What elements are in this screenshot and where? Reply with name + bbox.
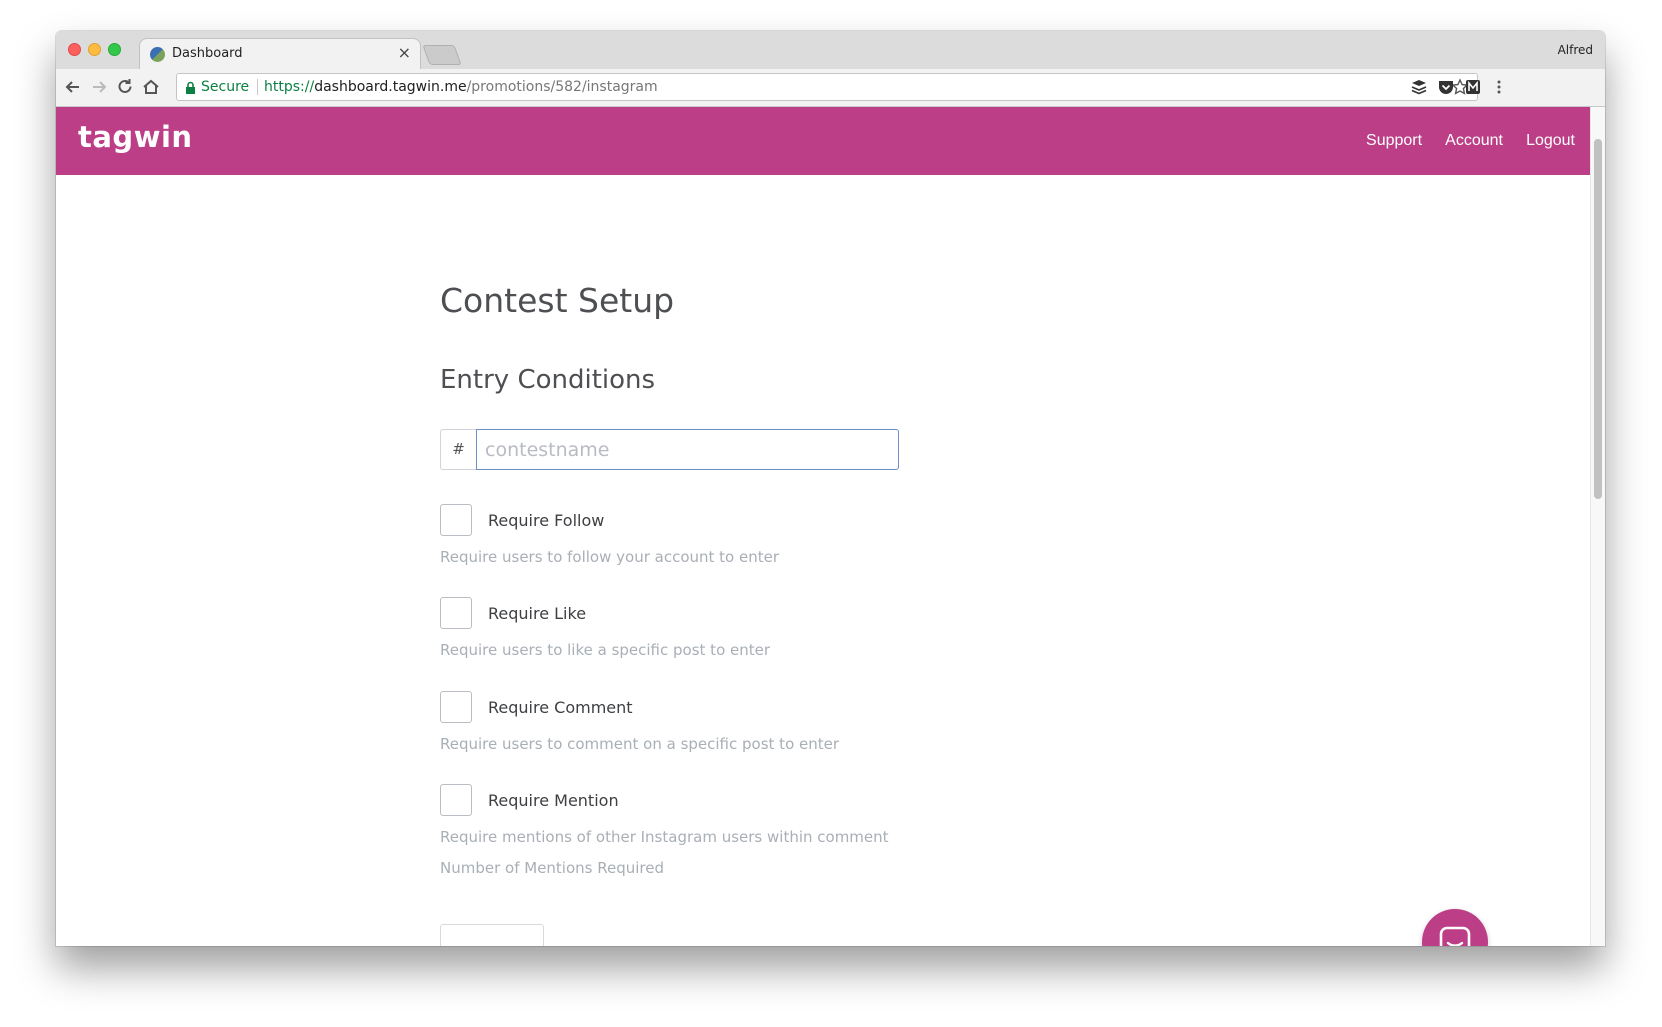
page-content: Contest Setup Entry Conditions # Require… [56, 175, 1591, 946]
require-like-checkbox[interactable] [440, 597, 472, 629]
chat-launcher-button[interactable] [1422, 909, 1488, 946]
lock-icon [185, 80, 196, 99]
window-maximize-button[interactable] [108, 43, 121, 56]
buffer-extension-icon[interactable] [1410, 78, 1428, 96]
pocket-extension-icon[interactable] [1437, 78, 1455, 96]
nav-links: Support Account Logout [1348, 130, 1575, 150]
forward-arrow-icon[interactable] [86, 74, 112, 100]
browser-toolbar: Secure https://dashboard.tagwin.me/promo… [56, 69, 1605, 107]
window-minimize-button[interactable] [88, 43, 101, 56]
m-extension-icon[interactable] [1464, 78, 1482, 96]
home-icon[interactable] [138, 74, 164, 100]
hashtag-input[interactable] [476, 429, 899, 470]
require-comment-checkbox[interactable] [440, 691, 472, 723]
page-title: Contest Setup [440, 281, 675, 320]
tab-strip: Dashboard × Alfred [56, 31, 1605, 69]
require-follow-label[interactable]: Require Follow [488, 511, 604, 530]
nav-support-link[interactable]: Support [1366, 132, 1422, 149]
url-text[interactable]: https://dashboard.tagwin.me/promotions/5… [264, 79, 658, 95]
menu-kebab-icon[interactable] [1490, 78, 1508, 96]
require-follow-checkbox[interactable] [440, 504, 472, 536]
hashtag-input-group: # [440, 429, 899, 470]
new-tab-button[interactable] [422, 45, 462, 65]
require-like-label[interactable]: Require Like [488, 604, 586, 623]
browser-window: Dashboard × Alfred Secure https://dashbo… [56, 31, 1605, 946]
require-mention-checkbox[interactable] [440, 784, 472, 816]
require-mention-help: Require mentions of other Instagram user… [440, 828, 889, 846]
app-navbar: tagwin Support Account Logout [56, 107, 1591, 175]
secure-label: Secure [201, 79, 250, 95]
nav-account-link[interactable]: Account [1445, 132, 1503, 149]
address-bar[interactable]: Secure https://dashboard.tagwin.me/promo… [176, 73, 1478, 101]
require-follow-help: Require users to follow your account to … [440, 548, 780, 566]
require-comment-help: Require users to comment on a specific p… [440, 735, 840, 753]
tab-close-icon[interactable]: × [398, 43, 411, 62]
mentions-count-label: Number of Mentions Required [440, 859, 665, 877]
require-comment-label[interactable]: Require Comment [488, 698, 633, 717]
require-mention-label[interactable]: Require Mention [488, 791, 619, 810]
profile-name[interactable]: Alfred [1558, 43, 1593, 57]
require-like-help: Require users to like a specific post to… [440, 641, 771, 659]
chat-icon [1439, 926, 1471, 946]
browser-tab[interactable]: Dashboard × [140, 39, 420, 69]
reload-icon[interactable] [112, 74, 138, 100]
nav-logout-link[interactable]: Logout [1526, 132, 1575, 149]
page-scrollbar-thumb[interactable] [1594, 139, 1602, 499]
hashtag-prefix: # [440, 429, 476, 470]
url-path: /promotions/582/instagram [466, 79, 658, 95]
url-scheme: https:// [264, 79, 315, 95]
window-close-button[interactable] [68, 43, 81, 56]
tab-title: Dashboard [172, 46, 243, 61]
url-host: dashboard.tagwin.me [314, 79, 467, 95]
tagwin-logo[interactable]: tagwin [78, 120, 193, 154]
favicon-icon [150, 47, 165, 62]
section-title: Entry Conditions [440, 365, 656, 395]
back-arrow-icon[interactable] [60, 74, 86, 100]
mentions-count-input[interactable] [440, 924, 544, 946]
address-separator [257, 79, 258, 95]
